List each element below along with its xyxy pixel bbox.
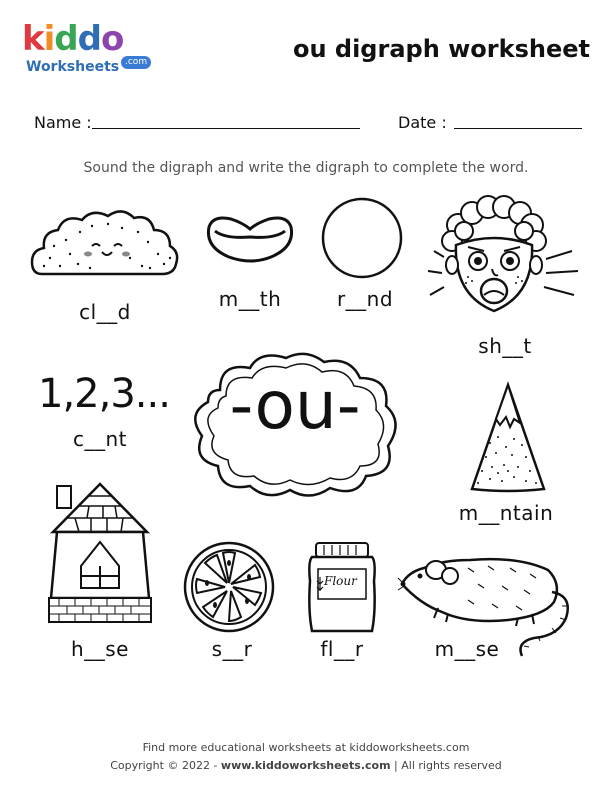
brand-logo: kiddo: [22, 19, 124, 59]
logo-letter: i: [43, 19, 56, 59]
word-mouth: m__th: [218, 287, 282, 311]
word-flour: fl__r: [320, 637, 364, 661]
logo-letter: k: [22, 19, 45, 59]
mouth-icon: [206, 216, 294, 263]
word-round: r__nd: [336, 287, 394, 311]
circle-icon: [321, 197, 403, 279]
word-house: h__se: [71, 637, 129, 661]
date-field[interactable]: [454, 128, 582, 129]
date-label: Date :: [398, 113, 447, 132]
word-cloud: cl__d: [79, 300, 131, 324]
lemon-slice-icon: [183, 541, 275, 633]
name-field[interactable]: [92, 128, 360, 129]
brand-subtext: Worksheets: [26, 59, 120, 75]
logo-letter: o: [100, 19, 124, 59]
flour-bag-icon: [308, 542, 376, 633]
brand-domain-badge: .com: [121, 56, 152, 69]
footer-promo: Find more educational worksheets at kidd…: [142, 741, 470, 754]
logo-letter: d: [54, 19, 78, 59]
instruction-text: Sound the digraph and write the digraph …: [83, 160, 529, 176]
word-sour: s__r: [211, 637, 253, 661]
word-count: c__nt: [72, 427, 127, 451]
footer-site-link[interactable]: www.kiddoworksheets.com: [221, 759, 391, 772]
footer-rights-text: | All rights reserved: [390, 759, 502, 772]
name-label: Name :: [34, 113, 92, 132]
flour-bag-label: Flour: [324, 574, 357, 588]
page-title: ou digraph worksheet: [292, 35, 590, 63]
house-icon: [48, 482, 152, 623]
word-shout: sh__t: [478, 334, 532, 358]
footer-copyright-text: Copyright © 2022 -: [110, 759, 221, 772]
word-mountain: m__ntain: [458, 501, 554, 525]
cloud-icon: [30, 210, 179, 276]
shouting-boy-icon: [427, 195, 579, 313]
numbers-text: 1,2,3...: [38, 371, 171, 417]
word-mouse: m__se: [434, 637, 500, 661]
footer-copyright: Copyright © 2022 - www.kiddoworksheets.c…: [0, 759, 612, 772]
center-digraph: -ou-: [229, 367, 361, 444]
logo-letter: d: [77, 19, 102, 59]
mountain-icon: [470, 381, 546, 493]
